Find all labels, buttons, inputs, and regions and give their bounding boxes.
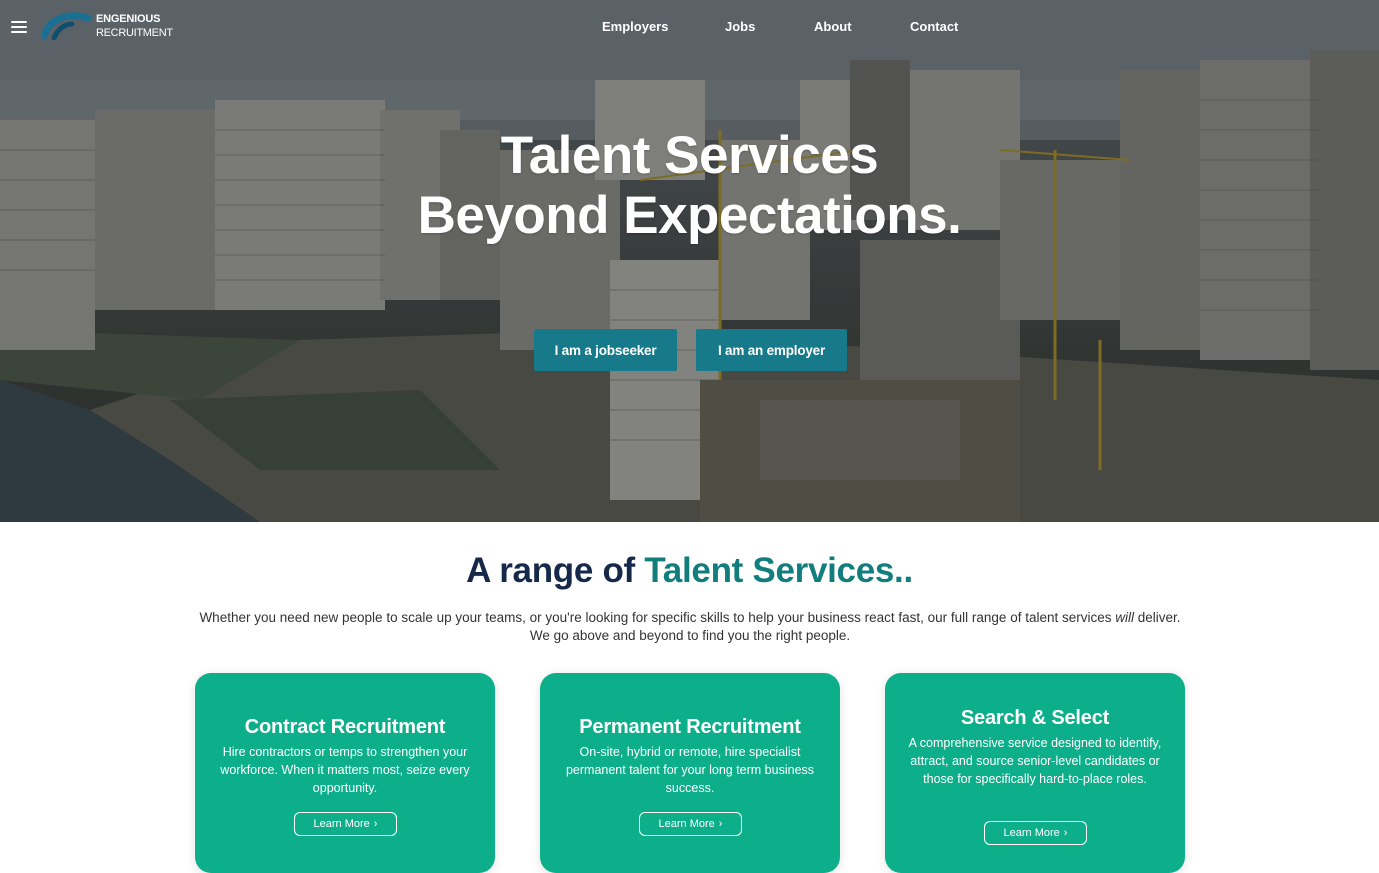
services-title-part1: A range of (466, 551, 635, 590)
services-description: Whether you need new people to scale up … (130, 609, 1250, 645)
learn-more-label: Learn More (313, 818, 370, 830)
learn-more-button[interactable]: Learn More › (294, 812, 397, 836)
card-text: On-site, hybrid or remote, hire speciali… (565, 745, 815, 795)
employer-button[interactable]: I am an employer (696, 329, 847, 371)
jobseeker-button[interactable]: I am a jobseeker (534, 329, 677, 371)
learn-more-label: Learn More (1003, 827, 1060, 839)
hero-title-line1: Talent Services (500, 126, 879, 185)
nav-employers[interactable]: Employers (602, 19, 668, 34)
hero-title-line2: Beyond Expectations. (417, 186, 962, 245)
learn-more-button[interactable]: Learn More › (639, 812, 742, 836)
hero-title: Talent Services Beyond Expectations. (0, 126, 1379, 246)
nav-jobs[interactable]: Jobs (725, 19, 755, 34)
services-desc-line2: We go above and beyond to find you the r… (529, 628, 851, 643)
services-desc-after: deliver. (1137, 610, 1181, 625)
chevron-right-icon: › (1063, 827, 1068, 839)
card-text: Hire contractors or temps to strengthen … (220, 745, 470, 795)
card-title: Contract Recruitment (244, 716, 446, 738)
learn-more-label: Learn More (658, 818, 715, 830)
services-title-part2: Talent Services.. (644, 551, 913, 590)
card-title: Search & Select (960, 707, 1110, 729)
services-desc-before: Whether you need new people to scale up … (199, 610, 1112, 625)
service-card-contract: Contract Recruitment Hire contractors or… (195, 673, 495, 873)
hero-dark-overlay (0, 0, 1379, 522)
learn-more-button[interactable]: Learn More › (984, 821, 1087, 845)
chevron-right-icon: › (718, 818, 723, 830)
services-title: A range of Talent Services.. (0, 551, 1379, 591)
nav-about[interactable]: About (814, 19, 852, 34)
nav-contact[interactable]: Contact (910, 19, 958, 34)
card-text: A comprehensive service designed to iden… (908, 736, 1162, 786)
services-desc-emphasis: will (1115, 610, 1135, 625)
chevron-right-icon: › (373, 818, 378, 830)
main-nav: Employers Jobs About Contact (0, 19, 1379, 37)
card-title: Permanent Recruitment (579, 716, 801, 738)
service-card-permanent: Permanent Recruitment On-site, hybrid or… (540, 673, 840, 873)
hero-section: ENGENIOUS RECRUITMENT Employers Jobs Abo… (0, 0, 1379, 522)
service-card-search-select: Search & Select A comprehensive service … (885, 673, 1185, 873)
